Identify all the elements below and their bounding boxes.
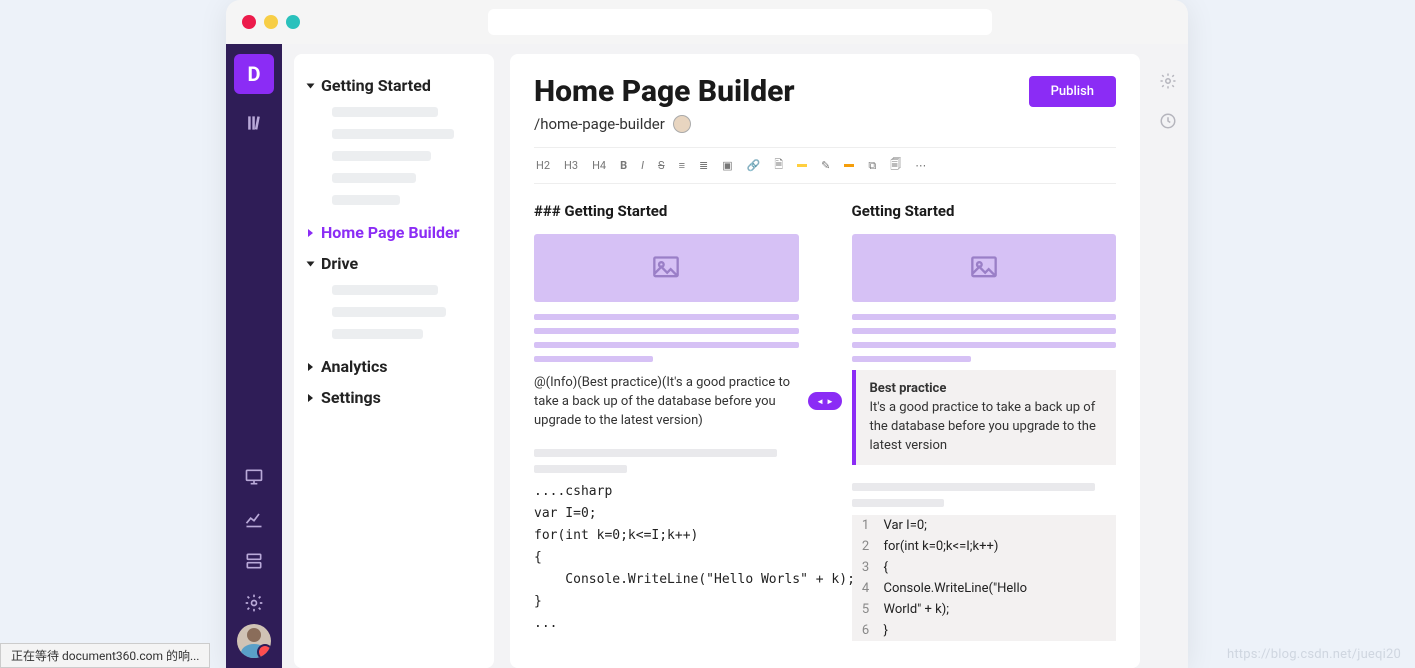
tb-bold[interactable]: B [620,159,627,172]
tb-pen[interactable]: ✎ [821,159,830,172]
tree-label: Home Page Builder [321,223,460,242]
callout-raw-text: @(Info)(Best practice)(It's a good pract… [534,374,794,431]
tb-h2[interactable]: H2 [536,159,550,172]
tb-strike[interactable]: S [658,159,665,172]
library-icon[interactable] [226,102,282,144]
minimize-dot[interactable] [264,15,278,29]
user-avatar[interactable] [237,624,271,658]
tb-ol[interactable]: ≣ [699,159,708,172]
tb-link[interactable]: 🔗 [747,159,761,172]
right-utility-strip [1148,44,1188,668]
preview-heading: Getting Started [852,202,1117,220]
gear-icon[interactable] [1159,72,1177,94]
page-slug[interactable]: /home-page-builder [534,115,665,133]
close-dot[interactable] [242,15,256,29]
analytics-icon[interactable] [226,498,282,540]
tb-image[interactable]: ▣ [722,159,732,172]
tree-item-drive[interactable]: Drive [304,248,484,279]
tb-highlight2-icon[interactable] [844,164,854,167]
tree-item-analytics[interactable]: Analytics [304,351,484,382]
tree-children-placeholder [304,101,484,217]
callout-body: It's a good practice to take a back up o… [870,400,1096,453]
tb-highlight-icon[interactable] [797,164,807,167]
maximize-dot[interactable] [286,15,300,29]
tree-children-placeholder [304,279,484,351]
monitor-icon[interactable] [226,456,282,498]
app-logo[interactable]: D [234,54,274,94]
page-title: Home Page Builder [534,74,795,109]
browser-window: D Getting Started Home Page Builder Driv… [226,0,1188,668]
author-avatar-icon[interactable] [673,115,691,133]
tb-h3[interactable]: H3 [564,159,578,172]
app-shell: D Getting Started Home Page Builder Driv… [226,44,1188,668]
editor-toolbar: H2 H3 H4 B I S ≡ ≣ ▣ 🔗 🗎 ✎ ⧉ 🗐 ⋯ [534,147,1116,184]
tb-ul[interactable]: ≡ [679,159,685,172]
tree-label: Settings [321,388,381,407]
editor-main: Home Page Builder Publish /home-page-bui… [510,54,1140,668]
browser-status-bar: 正在等待 document360.com 的响... [0,643,210,668]
swap-panes-icon[interactable] [808,392,842,410]
publish-button[interactable]: Publish [1029,76,1116,107]
tree-item-home-page-builder[interactable]: Home Page Builder [304,217,484,248]
tree-item-settings[interactable]: Settings [304,382,484,413]
server-icon[interactable] [226,540,282,582]
code-block: 1Var I=0; 2for(int k=0;k<=I;k++) 3{ 4 Co… [852,515,1117,641]
source-heading: ### Getting Started [534,202,799,220]
watermark-text: https://blog.csdn.net/jueqi20 [1227,647,1401,662]
document-tree: Getting Started Home Page Builder Drive … [294,54,494,668]
image-placeholder-icon [852,234,1117,302]
markdown-source-pane[interactable]: ### Getting Started @(Info)(Best practic… [534,202,826,641]
callout-box: Best practice It's a good practice to ta… [852,370,1117,465]
settings-icon[interactable] [226,582,282,624]
tb-doc[interactable]: 🗎 [774,156,783,175]
tree-item-getting-started[interactable]: Getting Started [304,70,484,101]
tree-label: Getting Started [321,76,431,95]
tb-italic[interactable]: I [641,159,644,172]
split-editor: ### Getting Started @(Info)(Best practic… [534,202,1116,641]
preview-pane: Getting Started Best practice It's a goo… [826,202,1117,641]
image-placeholder-icon [534,234,799,302]
left-rail: D [226,44,282,668]
history-icon[interactable] [1159,112,1177,134]
tb-h4[interactable]: H4 [592,159,606,172]
tb-more[interactable]: ⋯ [915,159,926,172]
code-raw: ....csharp var I=0; for(int k=0;k<=I;k++… [534,481,799,636]
tb-copy[interactable]: ⧉ [868,159,876,173]
url-bar[interactable] [488,9,992,35]
browser-chrome [226,0,1188,44]
tree-label: Drive [321,254,358,273]
callout-title: Best practice [870,380,1103,399]
tree-label: Analytics [321,357,388,376]
tb-paste[interactable]: 🗐 [890,156,901,175]
